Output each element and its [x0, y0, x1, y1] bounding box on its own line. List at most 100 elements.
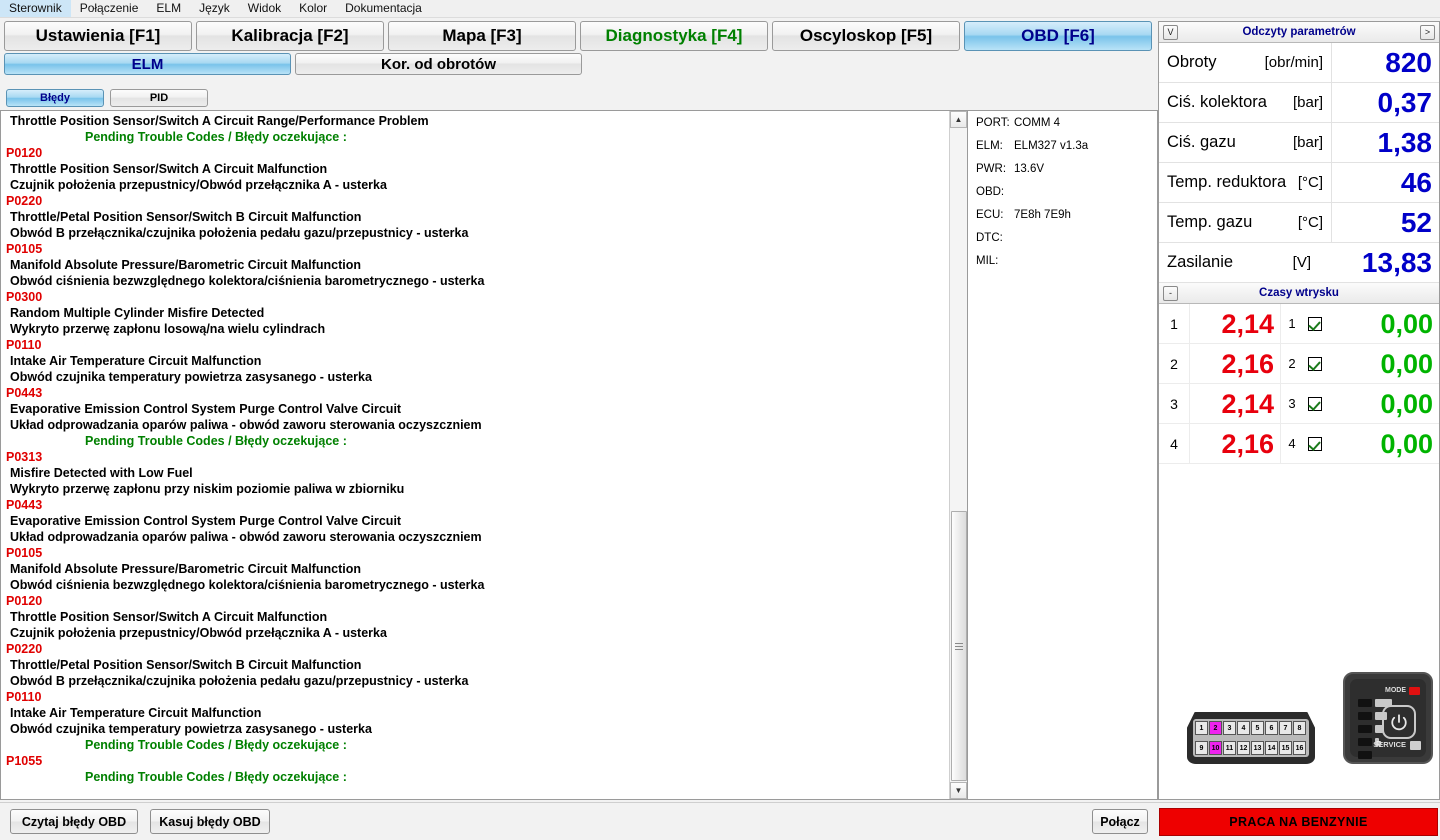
obd-pin-12: 12	[1237, 741, 1250, 755]
parameter-value: 46	[1331, 162, 1439, 203]
parameter-label: Temp. reduktora	[1167, 173, 1287, 191]
dtc-description-en: Intake Air Temperature Circuit Malfuncti…	[10, 706, 262, 720]
petrol-injection-time: 2,16	[1189, 423, 1281, 464]
dtc-list: Throttle Position Sensor/Switch A Circui…	[1, 111, 949, 785]
lpg-service-led-icon	[1410, 741, 1421, 750]
parameter-label: Ciś. gazu	[1167, 133, 1236, 151]
obd-pin-11: 11	[1223, 741, 1236, 755]
injector-enable-checkbox[interactable]	[1303, 436, 1327, 451]
led-socket-icon	[1358, 751, 1372, 759]
obd-connector-icon: 12345678 9 10 11 12 13 14 15 16	[1187, 712, 1315, 764]
obd-pin-row-bottom: 9 10 11 12 13 14 15 16	[1195, 741, 1306, 755]
gas-injector-index: 4	[1288, 436, 1296, 451]
connect-button[interactable]: Połącz	[1092, 809, 1148, 834]
params-panel-header: V Odczyty parametrów >	[1159, 22, 1439, 43]
menu-item-dokumentacja[interactable]: Dokumentacja	[336, 0, 431, 17]
tab-kalibracja[interactable]: Kalibracja [F2]	[196, 21, 384, 51]
dtc-description-pl: Układ odprowadzania oparów paliwa - obwó…	[10, 418, 482, 432]
parameter-label: Obroty	[1167, 53, 1217, 71]
menu-item-sterownik[interactable]: Sterownik	[0, 0, 71, 17]
dtc-code: P0220	[6, 642, 43, 656]
clear-obd-errors-button[interactable]: Kasuj błędy OBD	[150, 809, 270, 834]
tab-mapa[interactable]: Mapa [F3]	[388, 21, 576, 51]
obd-pin-6: 6	[1265, 721, 1278, 735]
parameter-label: Temp. gazu	[1167, 213, 1253, 231]
injection-panel-header: - Czasy wtrysku	[1159, 283, 1439, 304]
dtc-code: P0120	[6, 146, 43, 160]
injector-index: 4	[1170, 435, 1178, 452]
port-info-row: PORT: COMM 4	[976, 117, 1157, 140]
subtab-kor-od-obrot-w[interactable]: Kor. od obrotów	[295, 53, 582, 75]
injection-panel-title: Czasy wtrysku	[1259, 287, 1339, 299]
subtab-elm[interactable]: ELM	[4, 53, 291, 75]
tab-diagnostyka[interactable]: Diagnostyka [F4]	[580, 21, 768, 51]
led-socket-icon	[1358, 738, 1372, 746]
lpg-switch-widget[interactable]: MODE R SERVICE	[1343, 672, 1433, 764]
checkmark-icon	[1308, 436, 1322, 451]
parameter-unit: [V]	[1292, 254, 1311, 271]
dtc-description-pl: Obwód czujnika temperatury powietrza zas…	[10, 722, 372, 736]
port-info-value: ELM327 v1.3a	[1014, 140, 1089, 152]
dtc-description-en: Throttle Position Sensor/Switch A Circui…	[10, 114, 429, 128]
parameter-row: Temp. gazu [°C] 52	[1159, 202, 1439, 243]
tab-oscyloskop[interactable]: Oscyloskop [F5]	[772, 21, 960, 51]
port-info-row: DTC:	[976, 232, 1157, 255]
dtc-pending-header: Pending Trouble Codes / Błędy oczekujące…	[85, 130, 347, 144]
lpg-switch-face: MODE R SERVICE	[1350, 679, 1426, 759]
dtc-description-pl: Czujnik położenia przepustnicy/Obwód prz…	[10, 178, 387, 192]
obd-pin-14: 14	[1265, 741, 1278, 755]
parameter-unit: [bar]	[1292, 94, 1323, 111]
petrol-injection-time: 2,14	[1189, 383, 1281, 424]
injector-index: 2	[1170, 355, 1178, 372]
injector-enable-checkbox[interactable]	[1303, 356, 1327, 371]
parameter-label: Zasilanie	[1167, 253, 1234, 271]
scroll-down-icon[interactable]: ▼	[950, 782, 967, 799]
tab-ustawienia[interactable]: Ustawienia [F1]	[4, 21, 192, 51]
scrollbar-thumb[interactable]	[951, 511, 967, 781]
parameter-readings-list: Obroty [obr/min] 820 Ciś. kolektora [bar] 0,3…	[1159, 42, 1439, 283]
lpg-mode-label: MODE	[1385, 687, 1406, 694]
port-info-row: OBD:	[976, 186, 1157, 209]
power-button-icon[interactable]	[1382, 705, 1416, 739]
obd-pin-7: 7	[1279, 721, 1292, 735]
dtc-list-scrollbar[interactable]: ▲ ▼	[949, 111, 967, 799]
parameter-value: 13,83	[1361, 246, 1432, 278]
dtc-code: P0313	[6, 450, 43, 464]
menu-item-kolor[interactable]: Kolor	[290, 0, 336, 17]
parameter-value: 0,37	[1331, 82, 1439, 123]
params-panel-title: Odczyty parametrów	[1242, 26, 1356, 38]
scrollbar-grip-icon	[955, 642, 963, 650]
params-expand-icon[interactable]: >	[1420, 24, 1435, 40]
menu-item-po-czenie[interactable]: Połączenie	[71, 0, 148, 17]
led-socket-icon	[1358, 699, 1372, 707]
menu-item-widok[interactable]: Widok	[239, 0, 290, 17]
port-info-key: PWR:	[976, 163, 1007, 175]
petrol-injection-time: 2,16	[1189, 343, 1281, 384]
obd-pin-16: 16	[1293, 741, 1306, 755]
scroll-up-icon[interactable]: ▲	[950, 111, 967, 128]
params-collapse-icon[interactable]: V	[1163, 24, 1178, 40]
parameter-value: 52	[1331, 202, 1439, 243]
injection-collapse-icon[interactable]: -	[1163, 285, 1178, 301]
tab-obd[interactable]: OBD [F6]	[964, 21, 1152, 51]
port-info-key: ECU:	[976, 209, 1004, 221]
injector-enable-checkbox[interactable]	[1303, 396, 1327, 411]
injection-row: 4 2,16 4 0,00	[1159, 423, 1439, 464]
dtc-description-pl: Obwód B przełącznika/czujnika położenia …	[10, 226, 469, 240]
read-obd-errors-button[interactable]: Czytaj błędy OBD	[10, 809, 138, 834]
modetab-pid[interactable]: PID	[110, 89, 208, 107]
menu-item-j-zyk[interactable]: Język	[190, 0, 239, 17]
dtc-description-en: Throttle Position Sensor/Switch A Circui…	[10, 610, 328, 624]
gas-injector-index: 3	[1288, 396, 1296, 411]
modetab-errors[interactable]: Błędy	[6, 89, 104, 107]
dtc-description-en: Evaporative Emission Control System Purg…	[10, 514, 402, 528]
bottom-toolbar: Czytaj błędy OBD Kasuj błędy OBD Połącz …	[0, 802, 1440, 840]
petrol-injection-time: 2,14	[1189, 303, 1281, 344]
port-info-value: COMM 4	[1014, 117, 1060, 129]
dtc-description-pl: Czujnik położenia przepustnicy/Obwód prz…	[10, 626, 387, 640]
menu-item-elm[interactable]: ELM	[147, 0, 190, 17]
dtc-code: P0300	[6, 290, 43, 304]
dtc-description-pl: Obwód ciśnienia bezwzględnego kolektora/…	[10, 274, 485, 288]
injector-index: 1	[1170, 315, 1178, 332]
injector-enable-checkbox[interactable]	[1303, 316, 1327, 331]
